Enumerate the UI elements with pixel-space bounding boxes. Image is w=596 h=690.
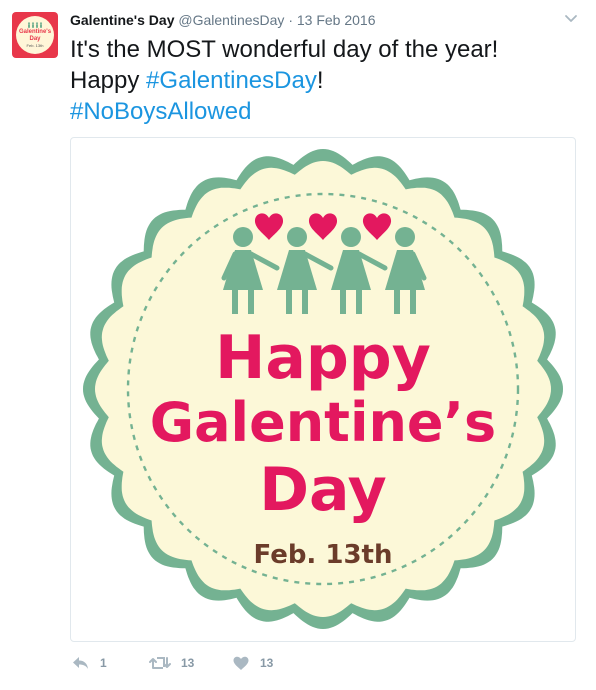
avatar[interactable]: Galentine's Day Feb. 13th: [12, 12, 58, 58]
image-date: Feb. 13th: [253, 540, 392, 570]
tweet-text: It's the MOST wonderful day of the year!…: [70, 34, 575, 127]
tweet: Galentine's Day Feb. 13th Galentine's Da…: [0, 0, 596, 690]
header-separator: ·: [288, 12, 293, 28]
hashtag-noboysallowed[interactable]: #NoBoysAllowed: [70, 96, 575, 127]
image-title-line-3: Day: [259, 455, 387, 525]
tweet-line-2-prefix: Happy: [70, 67, 147, 94]
avatar-text: Galentine's Day: [18, 29, 52, 42]
retweet-count: 13: [181, 656, 195, 670]
reply-button[interactable]: 1: [72, 653, 107, 673]
chevron-down-icon[interactable]: [563, 12, 579, 26]
tweet-line-1: It's the MOST wonderful day of the year!: [70, 36, 499, 63]
avatar-badge: Galentine's Day Feb. 13th: [16, 16, 54, 54]
hashtag-galentinesday[interactable]: #GalentinesDay: [146, 67, 317, 94]
reply-icon: [73, 657, 88, 669]
like-count: 13: [260, 656, 274, 670]
tweet-line-2: Happy #GalentinesDay!: [70, 65, 575, 96]
like-button[interactable]: 13: [232, 653, 273, 673]
retweet-icon: [149, 657, 171, 669]
tweet-date[interactable]: 13 Feb 2016: [297, 12, 376, 28]
author-name[interactable]: Galentine's Day: [70, 12, 174, 28]
avatar-subtext: Feb. 13th: [26, 43, 44, 48]
author-handle[interactable]: @GalentinesDay: [178, 12, 284, 28]
retweet-button[interactable]: 13: [149, 653, 194, 673]
galentines-day-graphic: Happy Galentine’s Day Feb. 13th: [83, 149, 563, 629]
heart-icon: [233, 656, 249, 670]
tweet-header: Galentine's Day @GalentinesDay · 13 Feb …: [70, 11, 376, 29]
tweet-image[interactable]: Happy Galentine’s Day Feb. 13th: [70, 137, 576, 642]
image-title-line-1: Happy: [215, 323, 431, 393]
avatar-figures-icon: [28, 22, 42, 28]
tweet-line-2-suffix: !: [316, 67, 324, 94]
image-title-line-2: Galentine’s: [150, 391, 496, 454]
reply-count: 1: [100, 656, 107, 670]
